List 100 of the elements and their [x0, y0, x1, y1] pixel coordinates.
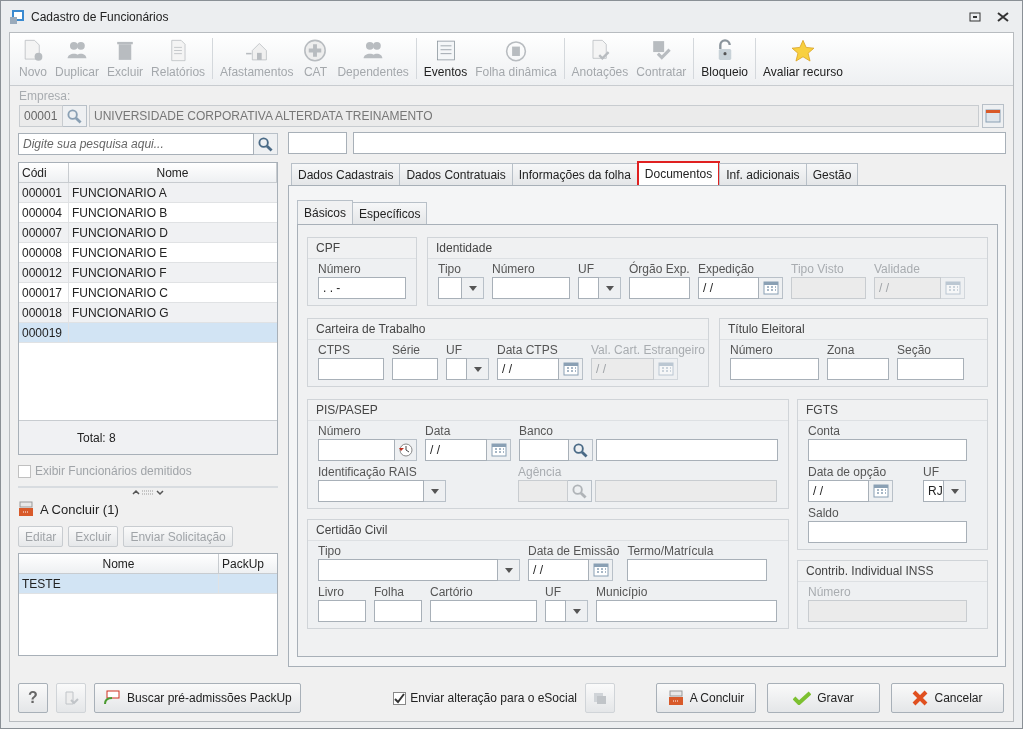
input-field[interactable]: [827, 358, 889, 380]
dropdown-field[interactable]: [578, 277, 621, 299]
table-row[interactable]: TESTE: [19, 574, 277, 594]
group-title: CPF: [316, 241, 340, 255]
search-button[interactable]: [569, 439, 593, 461]
column-header[interactable]: Códi: [19, 163, 69, 182]
input-field[interactable]: [808, 439, 967, 461]
dropdown-field[interactable]: [545, 600, 588, 622]
caret-icon: [468, 285, 477, 291]
input-field[interactable]: [288, 132, 347, 154]
input-field[interactable]: [318, 439, 417, 461]
column-header[interactable]: Nome: [19, 554, 219, 573]
field-label: Data: [425, 424, 451, 439]
input-field[interactable]: [627, 559, 768, 581]
toolbar-button[interactable]: Bloqueio: [697, 38, 753, 79]
drawer-icon: [667, 690, 684, 706]
caret-icon: [572, 608, 581, 614]
calendar-icon: [762, 281, 779, 295]
field-label: Expedição: [698, 262, 755, 277]
field-label: Data de opção: [808, 465, 887, 480]
field-label: Saldo: [808, 506, 839, 521]
group-title: Título Eleitoral: [728, 322, 805, 336]
tab[interactable]: Informações da folha: [511, 163, 638, 185]
table-row[interactable]: 000018 FUNCIONARIO G: [19, 303, 277, 323]
pending-button[interactable]: A Concluir: [656, 683, 756, 713]
field-label: Município: [596, 585, 648, 600]
history-icon: [397, 442, 414, 458]
table-cell-text: FUNCIONARIO C: [71, 284, 169, 302]
input-field[interactable]: [374, 600, 422, 622]
toolbar-button[interactable]: Eventos: [419, 38, 472, 79]
column-header[interactable]: Nome: [69, 163, 277, 182]
tab[interactable]: Dados Cadastrais: [291, 163, 401, 185]
tab[interactable]: Inf. adicionais: [719, 163, 807, 185]
window-icon: [985, 109, 1001, 123]
input-field[interactable]: [392, 358, 438, 380]
icon-button[interactable]: [585, 683, 615, 713]
layout-button[interactable]: [982, 104, 1004, 128]
caret-icon: [950, 488, 959, 494]
table-cell: 000017: [19, 283, 69, 302]
input-field[interactable]: [318, 600, 366, 622]
cancel-button[interactable]: Cancelar: [891, 683, 1004, 713]
packup-button[interactable]: Buscar pré-admissões PackUp: [94, 683, 301, 713]
table-cell: 000019: [19, 323, 69, 342]
caret-icon: [504, 567, 513, 573]
field-label: Número: [492, 262, 535, 277]
tab[interactable]: Básicos: [297, 200, 354, 224]
check-icon: [394, 692, 406, 704]
input-field[interactable]: [730, 358, 819, 380]
drawer-icon: [18, 501, 34, 517]
field-label: Empresa:: [19, 89, 72, 104]
field-label: Tipo: [318, 544, 341, 559]
dropdown-field[interactable]: [318, 559, 520, 581]
checkbox-label: Exibir Funcionários demitidos: [35, 464, 192, 478]
group-title: Carteira de Trabalho: [316, 322, 426, 336]
input-field[interactable]: [519, 439, 569, 461]
field-label: Termo/Matrícula: [627, 544, 714, 559]
table-row[interactable]: 000012 FUNCIONARIO F: [19, 263, 277, 283]
field-label: Data de Emissão: [528, 544, 620, 559]
input-field[interactable]: . . -: [318, 277, 406, 299]
save-button[interactable]: Gravar: [767, 683, 880, 713]
checkbox[interactable]: [393, 691, 407, 705]
toolbar-button[interactable]: Avaliar recurso: [759, 38, 847, 79]
help-button[interactable]: ?: [18, 683, 48, 713]
input-field[interactable]: [808, 521, 967, 543]
search-field[interactable]: Digite sua pesquisa aqui...: [18, 133, 254, 155]
input-field[interactable]: [629, 277, 690, 299]
field-label: Agência: [518, 465, 562, 480]
tab[interactable]: Gestão: [805, 163, 859, 185]
input-field[interactable]: [430, 600, 537, 622]
caret-icon: [430, 488, 439, 494]
dropdown-field[interactable]: [318, 480, 446, 502]
tab[interactable]: Específicos: [352, 202, 428, 224]
icon-button[interactable]: [56, 683, 86, 713]
search-icon: [573, 442, 588, 458]
input-field[interactable]: [492, 277, 570, 299]
tab[interactable]: Documentos: [636, 161, 721, 185]
table-cell: 000001: [19, 183, 69, 202]
splitter-icon[interactable]: [132, 488, 164, 496]
table-row[interactable]: 000019: [19, 323, 277, 343]
total-count: Total: 8: [77, 430, 116, 445]
table-cell-text: FUNCIONARIO B: [71, 204, 169, 222]
input-field[interactable]: [596, 439, 778, 461]
calendar-icon: [872, 484, 889, 498]
table-cell: 000012: [19, 263, 69, 282]
input-field[interactable]: [318, 358, 384, 380]
close-icon: [997, 11, 1009, 22]
section-title: A Concluir (1): [40, 501, 119, 517]
input-field[interactable]: [596, 600, 777, 622]
dropdown-field[interactable]: [438, 277, 484, 299]
tab[interactable]: Dados Contratuais: [399, 163, 513, 185]
calendar-icon: [490, 443, 507, 457]
table-row[interactable]: 000001 FUNCIONARIO A: [19, 183, 277, 203]
table-row[interactable]: 000007 FUNCIONARIO D: [19, 223, 277, 243]
field-label: Zona: [827, 343, 855, 358]
search-button[interactable]: [254, 133, 278, 155]
input-field[interactable]: [897, 358, 964, 380]
group-title: FGTS: [806, 403, 838, 417]
input-field[interactable]: [353, 132, 1006, 154]
column-header[interactable]: PackUp: [219, 554, 277, 573]
dropdown-field[interactable]: [446, 358, 489, 380]
